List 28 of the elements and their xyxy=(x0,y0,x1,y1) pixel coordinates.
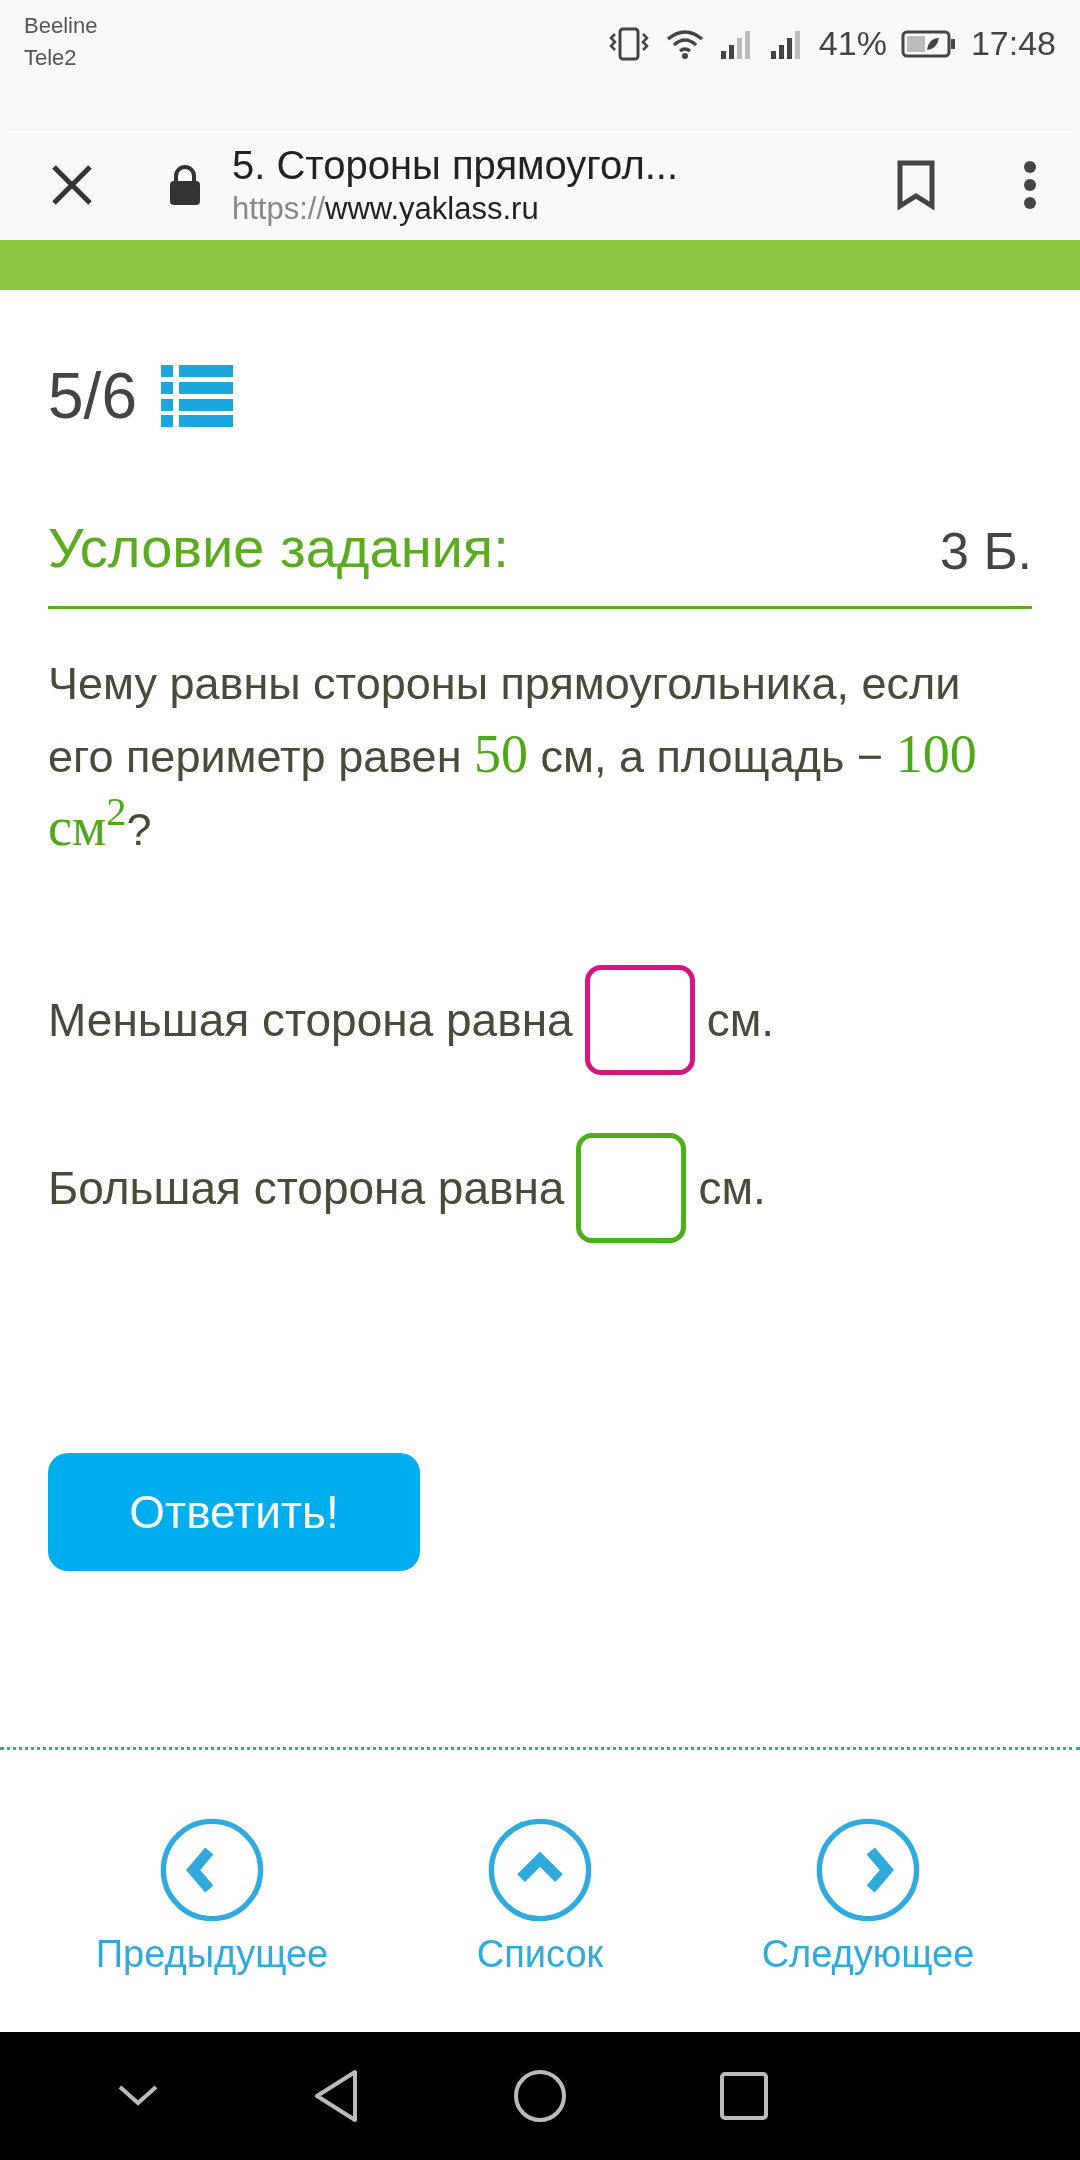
question-text: Чему равны стороны прямоугольника, если его периметр равен 50 см, а площадь − 100 см$^{2}$? xyxy=(48,657,978,859)
home-icon[interactable] xyxy=(511,2068,568,2124)
page-title: 5. Стороны прямоугол... xyxy=(232,142,680,189)
clock: 17:48 xyxy=(970,23,1056,64)
battery-icon xyxy=(900,28,957,59)
answer-label: Меньшая сторона равна xyxy=(48,992,573,1048)
unit-label: см. xyxy=(706,992,775,1048)
carrier-name: Tele2 xyxy=(24,44,78,72)
submit-button[interactable]: Ответить! xyxy=(48,1453,420,1571)
recents-icon[interactable] xyxy=(719,2071,770,2121)
lock-icon xyxy=(168,164,202,206)
battery-percent: 41% xyxy=(818,23,887,64)
answer-label: Большая сторона равна xyxy=(48,1160,565,1216)
unit-label: см. xyxy=(698,1160,766,1216)
chevron-left-icon xyxy=(158,1816,266,1924)
chevron-up-icon xyxy=(486,1816,594,1924)
url-text: https://www.yaklass.ru xyxy=(232,190,540,228)
carrier-name: Beeline xyxy=(24,12,98,40)
nav-link[interactable]: Следующее xyxy=(718,1816,1018,1976)
list-icon[interactable] xyxy=(160,365,233,427)
chevron-right-icon xyxy=(814,1816,922,1924)
nav-link[interactable]: Список xyxy=(390,1816,690,1976)
answer-field[interactable] xyxy=(576,1133,687,1243)
task-counter: 5/6 xyxy=(48,359,137,434)
section-heading: Условие задания: xyxy=(48,515,509,581)
answer-field[interactable] xyxy=(584,965,695,1075)
nav-link[interactable]: Предыдущее xyxy=(62,1816,362,1976)
points-label: 3 Б. xyxy=(940,521,1032,582)
